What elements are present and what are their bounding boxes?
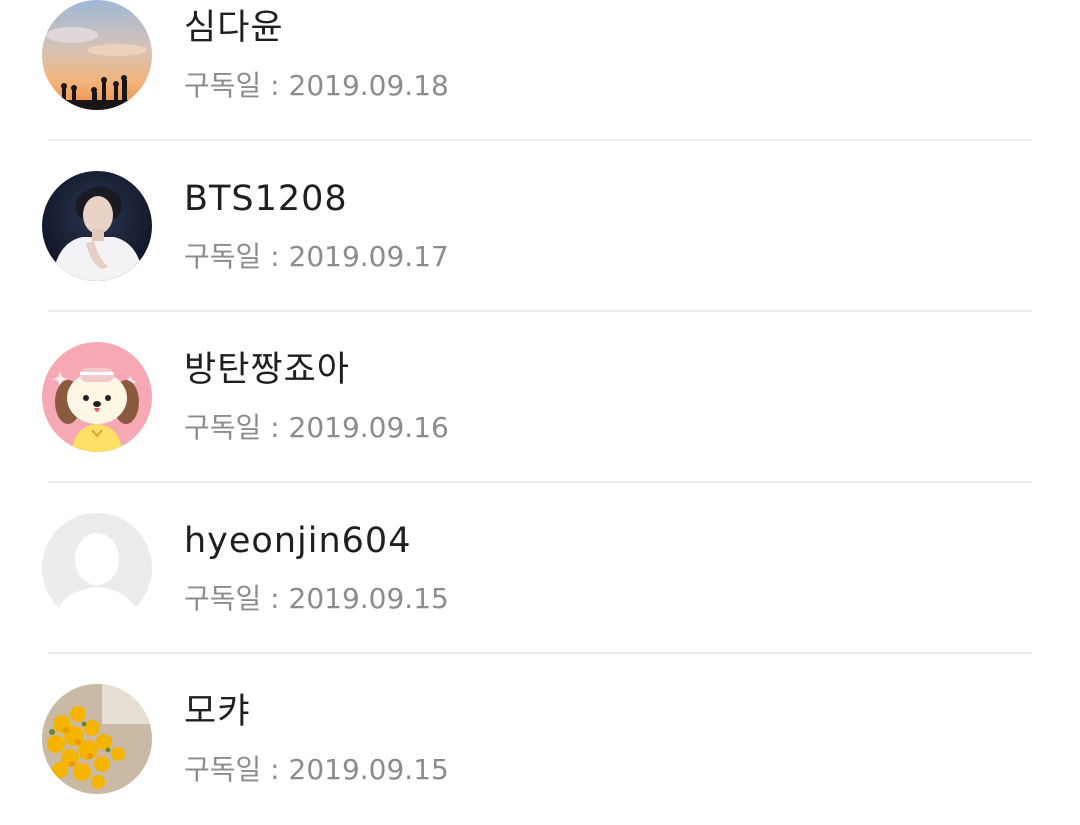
yellow-flowers-icon [42, 684, 152, 794]
subscriber-list: 심다윤 구독일 : 2019.09.18 BTS1208 구독일: 2019.… [0, 0, 1080, 825]
subscriber-name[interactable]: 심다윤 [184, 6, 284, 50]
subscriber-name[interactable]: 방탄짱죠아 [184, 348, 350, 392]
subscriber-name[interactable]: BTS1208 [184, 177, 348, 221]
subscriber-row[interactable]: BTS1208 구독일 : 2019.09.17 [0, 141, 1080, 312]
subscription-date: 구독일 : 2019.09.18 [184, 69, 449, 102]
subscriber-row[interactable]: 심다윤 구독일 : 2019.09.18 [0, 0, 1080, 141]
person-portrait-icon [42, 171, 152, 281]
avatar[interactable] [42, 684, 152, 794]
subscription-date: 구독일 : 2019.09.16 [184, 411, 449, 444]
cartoon-puppy-icon [42, 342, 152, 452]
subscriber-row[interactable]: hyeonjin604 구독일 : 2019.09.15 [0, 483, 1080, 654]
avatar[interactable] [42, 171, 152, 281]
default-user-icon [42, 513, 152, 623]
subscriber-row[interactable]: 모캬 구독일 : 2019.09.15 [0, 654, 1080, 825]
avatar[interactable] [42, 513, 152, 623]
avatar[interactable] [42, 0, 152, 110]
subscriber-name[interactable]: 모캬 [184, 690, 250, 734]
subscriber-row[interactable]: 방탄짱죠아 구독일 : 2019.09.16 [0, 312, 1080, 483]
subscriber-name[interactable]: hyeonjin604 [184, 519, 411, 563]
subscription-date: 구독일 : 2019.09.17 [184, 240, 449, 273]
sunset-silhouette-icon [42, 0, 152, 110]
subscription-date: 구독일 : 2019.09.15 [184, 753, 449, 786]
avatar[interactable] [42, 342, 152, 452]
subscription-date: 구독일 : 2019.09.15 [184, 582, 449, 615]
